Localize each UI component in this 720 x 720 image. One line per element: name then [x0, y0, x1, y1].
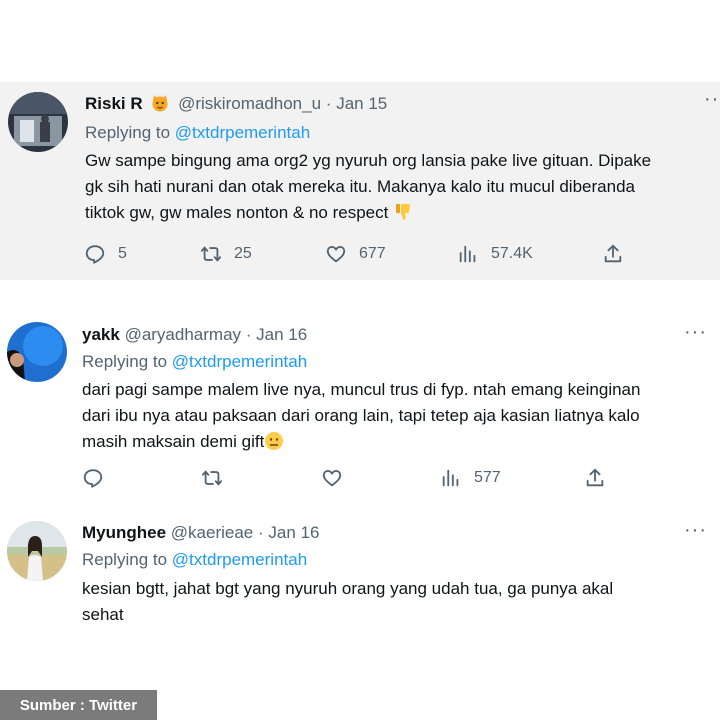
tweet-header: Myunghee @kaerieae · Jan 16: [82, 523, 319, 543]
reply-icon: [85, 245, 105, 264]
replying-prefix: Replying to: [85, 123, 171, 142]
separator-dot: ·: [325, 94, 332, 113]
tweet-reply-1[interactable]: Riski R @riskiromadhon_u · Jan 15 ··· Re…: [0, 82, 720, 280]
tweet-text-line: sehat: [82, 605, 124, 624]
more-icon[interactable]: ···: [684, 519, 707, 542]
user-handle[interactable]: @kaerieae: [171, 523, 253, 542]
tweet-date[interactable]: Jan 15: [336, 94, 387, 113]
retweet-button[interactable]: 25: [200, 242, 252, 266]
tweet-text: dari pagi sampe malem live nya, muncul t…: [82, 377, 712, 455]
tweet-text-line: dari pagi sampe malem live nya, muncul t…: [82, 380, 641, 399]
replying-mention-link[interactable]: @txtdrpemerintah: [172, 550, 307, 569]
tweet-header: yakk @aryadharmay · Jan 16: [82, 325, 307, 345]
tweet-date[interactable]: Jan 16: [268, 523, 319, 542]
more-icon[interactable]: ···: [704, 88, 720, 111]
replying-prefix: Replying to: [82, 550, 168, 569]
share-icon: [604, 244, 622, 263]
source-label: Sumber : Twitter: [0, 690, 157, 720]
reply-button[interactable]: [82, 466, 104, 490]
retweet-icon: [201, 470, 223, 486]
reply-button[interactable]: 5: [84, 242, 127, 266]
like-icon: [326, 246, 346, 263]
replying-mention-link[interactable]: @txtdrpemerintah: [175, 123, 310, 142]
tweet-text-line: tiktok gw, gw males nonton & no respect: [85, 200, 715, 226]
reply-count: 5: [118, 245, 127, 262]
tweet-text-line: gk sih hati nurani dan otak mereka itu. …: [85, 177, 635, 196]
views-icon: [459, 245, 476, 263]
tweet-text-line: Gw sampe bingung ama org2 yg nyuruh org …: [85, 151, 652, 170]
retweet-button[interactable]: [201, 466, 223, 490]
display-name[interactable]: Riski R: [85, 94, 143, 113]
tweet-text: kesian bgtt, jahat bgt yang nyuruh orang…: [82, 576, 712, 628]
tweet-text: Gw sampe bingung ama org2 yg nyuruh org …: [85, 148, 715, 226]
more-icon[interactable]: ···: [684, 321, 707, 344]
tweet-reply-3[interactable]: Myunghee @kaerieae · Jan 16 ··· Replying…: [0, 506, 720, 646]
views-count: 57.4K: [491, 245, 533, 262]
replying-to: Replying to @txtdrpemerintah: [82, 550, 307, 570]
like-icon: [322, 470, 342, 487]
like-count: 677: [359, 245, 386, 262]
tweet-text-line: kesian bgtt, jahat bgt yang nyuruh orang…: [82, 579, 614, 598]
retweet-icon: [200, 246, 222, 262]
views-icon: [442, 469, 459, 487]
thumbs-down-emoji-icon: [393, 202, 413, 222]
user-handle[interactable]: @aryadharmay: [125, 325, 241, 344]
display-name[interactable]: yakk: [82, 325, 120, 344]
replying-to: Replying to @txtdrpemerintah: [85, 123, 310, 143]
user-handle[interactable]: @riskiromadhon_u: [178, 94, 321, 113]
share-button[interactable]: [584, 466, 606, 490]
worried-face-emoji-icon: [264, 431, 284, 451]
share-icon: [586, 468, 604, 487]
cat-emoji-icon: [150, 93, 170, 113]
like-button[interactable]: 677: [325, 242, 386, 266]
tweet-reply-2[interactable]: yakk @aryadharmay · Jan 16 ··· Replying …: [0, 307, 720, 505]
replying-mention-link[interactable]: @txtdrpemerintah: [172, 352, 307, 371]
tweet-date[interactable]: Jan 16: [256, 325, 307, 344]
share-button[interactable]: [602, 242, 624, 266]
display-name[interactable]: Myunghee: [82, 523, 166, 542]
views-count: 577: [474, 469, 501, 486]
avatar-riski[interactable]: [8, 92, 68, 152]
tweet-text-line: dari ibu nya atau paksaan dari orang lai…: [82, 406, 640, 425]
views-button[interactable]: 57.4K: [457, 242, 533, 266]
separator-dot: ·: [258, 523, 264, 542]
replying-to: Replying to @txtdrpemerintah: [82, 352, 307, 372]
reply-icon: [83, 469, 103, 488]
avatar-yakk[interactable]: [7, 322, 67, 382]
like-button[interactable]: [321, 466, 343, 490]
replying-prefix: Replying to: [82, 352, 168, 371]
tweet-header: Riski R @riskiromadhon_u · Jan 15: [85, 93, 387, 114]
tweet-text-line: masih maksain demi gift: [82, 429, 712, 455]
retweet-count: 25: [234, 245, 252, 262]
avatar-myunghee[interactable]: [7, 521, 67, 581]
views-button[interactable]: 577: [440, 466, 501, 490]
separator-dot: ·: [245, 325, 252, 344]
